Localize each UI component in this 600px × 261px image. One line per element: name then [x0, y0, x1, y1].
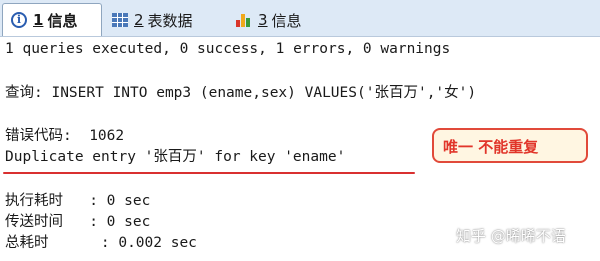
error-underline — [3, 172, 415, 174]
table-icon — [112, 13, 128, 27]
tab-number: 1 — [33, 11, 44, 29]
summary-line: 1 queries executed, 0 success, 1 errors,… — [5, 41, 451, 57]
error-code-line: 错误代码: 1062 — [5, 128, 125, 144]
tab-label: 信息 — [271, 11, 302, 30]
query-line: 查询: INSERT INTO emp3 (ename,sex) VALUES(… — [5, 85, 477, 101]
total-time-line: 总耗时 : 0.002 sec — [5, 235, 197, 251]
chart-icon — [236, 13, 252, 27]
tab-info-3[interactable]: 3 信息 — [236, 4, 302, 36]
tab-label: 表数据 — [147, 11, 193, 30]
tab-number: 2 — [134, 11, 144, 29]
error-message-line: Duplicate entry '张百万' for key 'ename' — [5, 149, 346, 165]
result-tabbar: i 1 信息 2 表数据 3 信息 — [0, 0, 600, 37]
exec-time-line: 执行耗时 : 0 sec — [5, 193, 151, 209]
tab-number: 3 — [258, 11, 268, 29]
tab-info-1[interactable]: i 1 信息 — [2, 3, 102, 36]
watermark: 知乎 @晞晞不语 — [456, 227, 566, 245]
tab-table-data[interactable]: 2 表数据 — [112, 4, 193, 36]
tab-label: 信息 — [47, 11, 78, 30]
info-icon: i — [11, 12, 27, 28]
annotation-callout: 唯一 不能重复 — [432, 128, 588, 163]
transfer-time-line: 传送时间 : 0 sec — [5, 214, 151, 230]
